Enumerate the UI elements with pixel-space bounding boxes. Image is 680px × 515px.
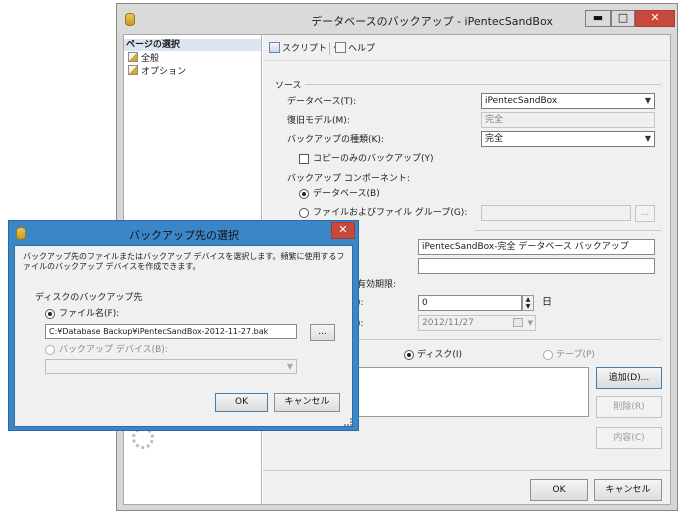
- destination-divider: [357, 339, 661, 340]
- component-database-radio[interactable]: [299, 189, 309, 199]
- dialog-cancel-button[interactable]: キャンセル: [274, 393, 340, 412]
- component-database-label: データベース(B): [313, 189, 380, 199]
- component-files-radio[interactable]: [299, 208, 309, 218]
- sidebar-item-label: 全般: [141, 54, 160, 64]
- days-unit-label: 日: [542, 297, 552, 308]
- script-label: スクリプト: [282, 44, 328, 54]
- database-combo[interactable]: iPentecSandBox ▼: [481, 93, 655, 109]
- remove-destination-button: 削除(R): [596, 396, 662, 418]
- contents-button: 内容(C): [596, 427, 662, 449]
- backup-type-combo[interactable]: 完全 ▼: [481, 131, 655, 147]
- expire-date-value: 2012/11/27: [422, 318, 474, 328]
- backup-set-name-field[interactable]: iPentecSandBox-完全 データベース バックアップ: [418, 239, 655, 255]
- backup-device-radio: [45, 345, 55, 355]
- disk-label: ディスク(I): [417, 350, 463, 360]
- file-group-browse-button: ...: [635, 205, 655, 222]
- tape-radio: [543, 350, 553, 360]
- filename-label: ファイル名(F):: [59, 309, 120, 319]
- dialog-ok-button[interactable]: OK: [215, 393, 268, 412]
- page-icon: [128, 65, 138, 75]
- maximize-button[interactable]: □: [611, 10, 635, 27]
- calendar-icon: [513, 318, 523, 327]
- expire-label: 有効期限:: [357, 280, 397, 290]
- cancel-button[interactable]: キャンセル: [594, 479, 662, 501]
- help-icon: [335, 42, 346, 53]
- source-divider: [305, 84, 661, 85]
- help-button[interactable]: ヘルプ: [335, 42, 375, 54]
- dialog-client: バックアップ先のファイルまたはバックアップ デバイスを選択します。頻繁に使用する…: [14, 245, 353, 427]
- sql-server-app-icon: [125, 13, 135, 26]
- window-title: データベースのバックアップ - iPentecSandBox: [311, 15, 553, 28]
- footer-divider: [263, 470, 670, 471]
- backup-device-label: バックアップ デバイス(B):: [59, 345, 168, 355]
- disk-destination-group-label: ディスクのバックアップ先: [35, 293, 143, 303]
- sidebar-item-options[interactable]: オプション: [128, 65, 186, 77]
- chevron-down-icon: ▼: [286, 362, 293, 371]
- backup-type-label: バックアップの種類(K):: [287, 135, 384, 145]
- filename-browse-button[interactable]: ...: [310, 324, 335, 341]
- script-icon: [269, 42, 280, 53]
- chevron-down-icon: ▼: [644, 96, 651, 105]
- tape-label: テープ(P): [556, 350, 595, 360]
- close-button[interactable]: ✕: [635, 10, 675, 27]
- filename-radio[interactable]: [45, 309, 55, 319]
- days-spin-buttons[interactable]: ▲ ▼: [522, 295, 534, 311]
- backup-set-divider: [475, 230, 661, 231]
- filename-field[interactable]: C:¥Database Backup¥iPentecSandBox-2012-1…: [45, 324, 297, 339]
- sql-server-app-icon: [16, 227, 26, 240]
- copy-only-label: コピーのみのバックアップ(Y): [313, 154, 434, 164]
- destination-listbox[interactable]: [357, 367, 589, 417]
- dialog-close-button[interactable]: ✕: [331, 222, 355, 239]
- help-label: ヘルプ: [348, 44, 376, 54]
- file-group-field: [481, 205, 631, 221]
- source-section-label: ソース: [275, 81, 302, 91]
- copy-only-checkbox[interactable]: [299, 154, 309, 164]
- backup-set-description-field[interactable]: [418, 258, 655, 274]
- disk-radio[interactable]: [404, 350, 414, 360]
- component-files-label: ファイルおよびファイル グループ(G):: [313, 208, 468, 218]
- backup-component-label: バックアップ コンポーネント:: [287, 174, 410, 184]
- recovery-model-field: 完全: [481, 112, 655, 128]
- toolbar: スクリプト ▼ ヘルプ: [263, 35, 670, 61]
- sidebar-item-general[interactable]: 全般: [128, 52, 159, 64]
- database-label: データベース(T):: [287, 97, 357, 107]
- add-destination-button[interactable]: 追加(D)...: [596, 367, 662, 389]
- backup-device-combo: ▼: [45, 359, 297, 374]
- title-bar[interactable]: データベースのバックアップ - iPentecSandBox ▬ □ ✕: [117, 4, 677, 34]
- page-icon: [128, 52, 138, 62]
- toolbar-separator: [329, 42, 330, 55]
- expire-days-field[interactable]: 0: [418, 295, 522, 311]
- chevron-down-icon: ▼: [644, 134, 651, 143]
- dialog-title: バックアップ先の選択: [129, 229, 239, 242]
- resize-grip-icon[interactable]: [344, 418, 352, 426]
- dialog-title-bar[interactable]: バックアップ先の選択 ✕: [9, 221, 358, 245]
- chevron-down-icon: ▼: [527, 319, 533, 327]
- minimize-button[interactable]: ▬: [585, 10, 611, 27]
- ok-button[interactable]: OK: [530, 479, 588, 501]
- select-backup-destination-dialog: バックアップ先の選択 ✕ バックアップ先のファイルまたはバックアップ デバイスを…: [8, 220, 359, 431]
- recovery-model-label: 復旧モデル(M):: [287, 116, 350, 126]
- expire-date-field: 2012/11/27 ▼: [418, 315, 536, 331]
- sidebar-header: ページの選択: [124, 39, 261, 51]
- database-value: iPentecSandBox: [485, 96, 558, 106]
- dialog-description: バックアップ先のファイルまたはバックアップ デバイスを選択します。頻繁に使用する…: [23, 252, 345, 271]
- backup-type-value: 完全: [485, 134, 504, 144]
- sidebar-item-label: オプション: [141, 67, 187, 77]
